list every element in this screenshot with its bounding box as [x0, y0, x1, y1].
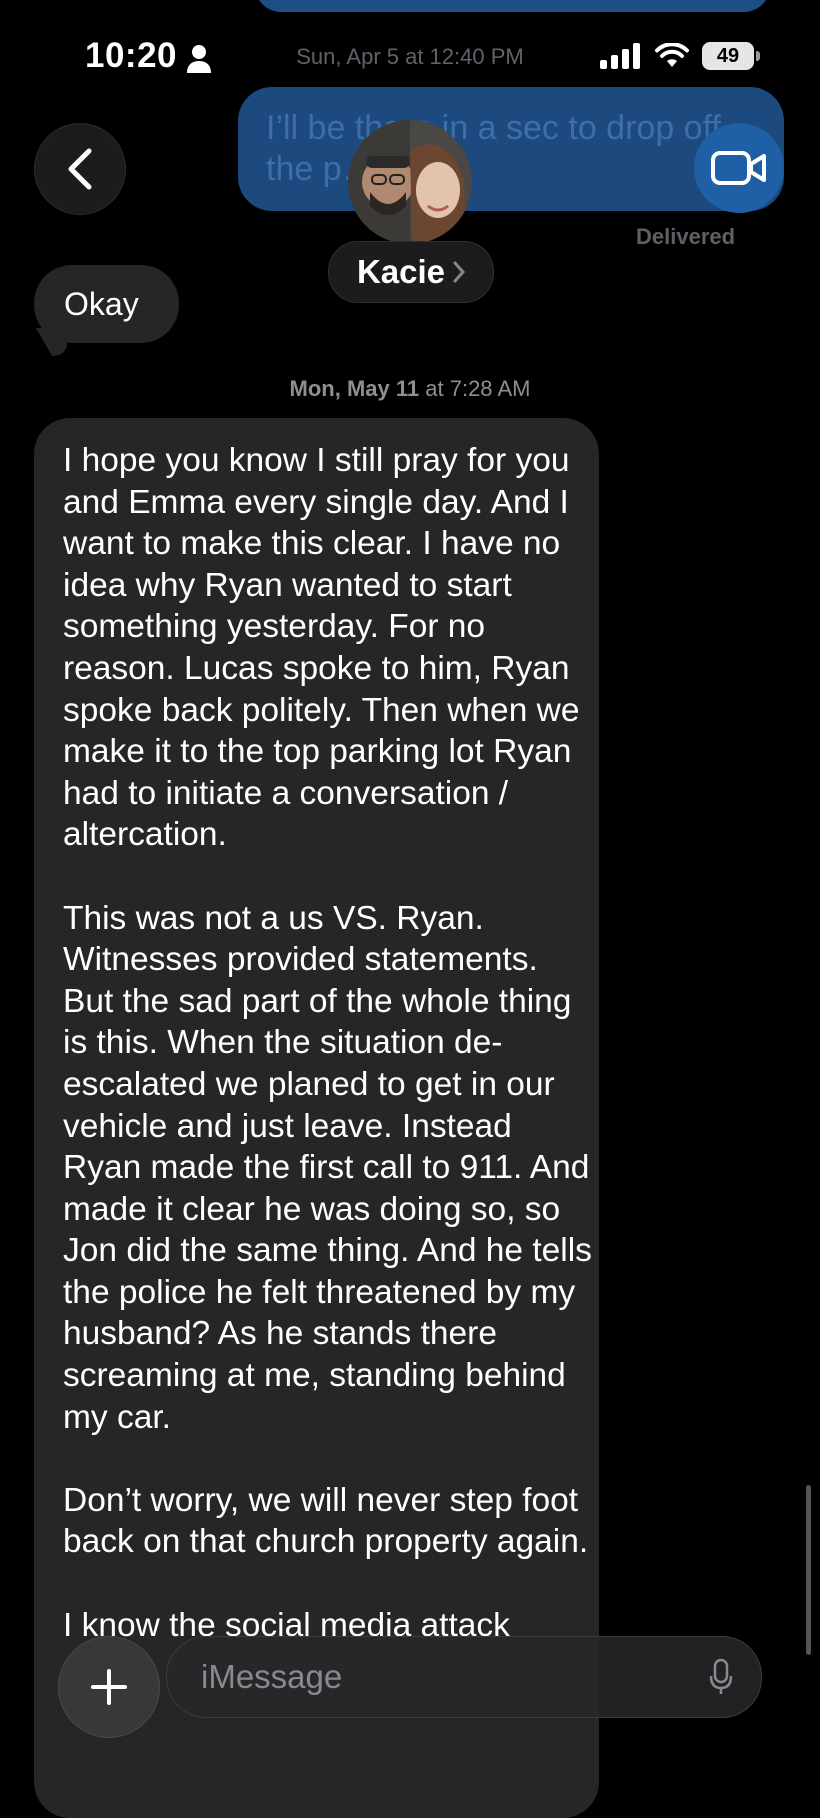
received-message-body: I hope you know I still pray for you and…	[63, 440, 593, 1688]
wifi-icon	[655, 43, 689, 67]
plus-icon	[91, 1669, 127, 1705]
message-input-placeholder: iMessage	[201, 1658, 343, 1695]
previous-sent-bubble	[255, 0, 770, 12]
delivered-status: Delivered	[636, 224, 736, 249]
chevron-right-icon	[453, 261, 466, 283]
timestamp-time: at 7:28 AM	[425, 376, 531, 401]
microphone-icon[interactable]	[709, 1658, 733, 1696]
video-camera-icon	[711, 151, 766, 185]
sent-message-text: I’ll be there in a sec to drop off the p…	[266, 109, 721, 188]
received-message-bubble[interactable]: Okay	[34, 265, 179, 343]
add-attachment-button[interactable]	[58, 1636, 160, 1738]
timestamp-day: Mon, May 11	[289, 376, 420, 401]
cellular-signal-icon	[600, 43, 640, 69]
message-timestamp: Mon, May 11 at 7:28 AM	[0, 376, 820, 402]
contact-avatar[interactable]	[348, 120, 472, 244]
battery-icon: 49	[702, 42, 760, 70]
avatar-photo	[348, 120, 472, 244]
back-button[interactable]	[34, 123, 126, 215]
chevron-left-icon	[68, 148, 92, 190]
contact-name-button[interactable]: Kacie	[328, 241, 494, 303]
message-input[interactable]: iMessage	[166, 1636, 762, 1718]
status-indicators: 49	[600, 42, 760, 70]
message-paragraph: I hope you know I still pray for you and…	[63, 442, 580, 854]
contact-name: Kacie	[356, 253, 446, 290]
scrollbar[interactable]	[806, 1485, 811, 1655]
battery-level: 49	[716, 44, 740, 67]
facetime-button[interactable]	[694, 123, 784, 213]
received-message-text: Okay	[64, 285, 139, 322]
message-paragraph: Don’t worry, we will never step foot bac…	[63, 1481, 589, 1561]
message-paragraph: This was not a us VS. Ryan. Witnesses pr…	[63, 899, 592, 1436]
